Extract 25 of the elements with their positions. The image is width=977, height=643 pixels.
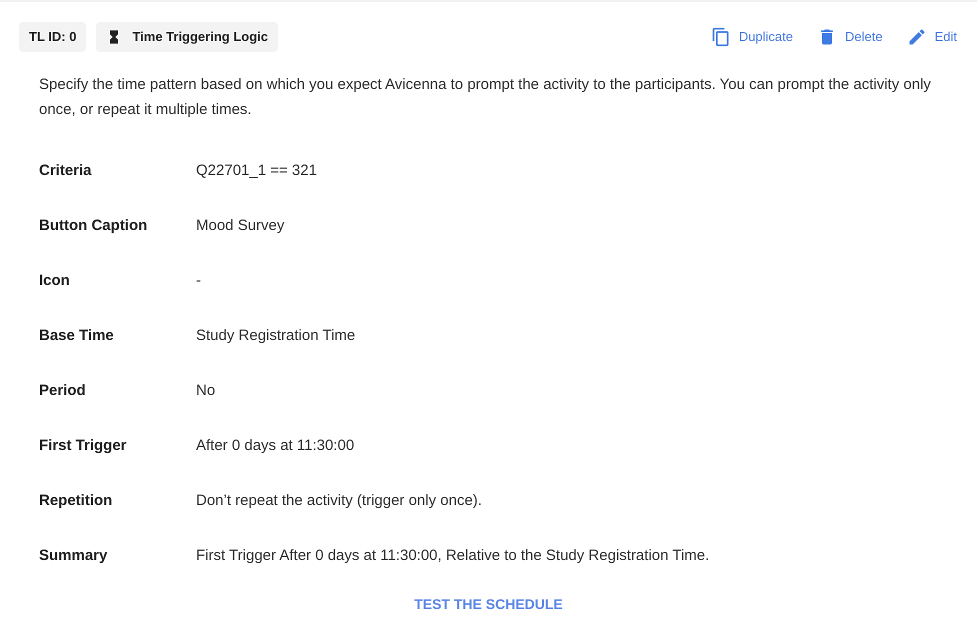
field-label: Icon xyxy=(39,271,71,292)
field-value: After 0 days at 11:30:00 xyxy=(196,436,354,456)
tag-label: Time Triggering Logic xyxy=(132,28,268,46)
field-value: Study Registration Time xyxy=(196,326,356,346)
field-value: Q22701_1 == 321 xyxy=(196,161,317,182)
field-label: Repetition xyxy=(39,491,114,512)
field-label: Criteria xyxy=(39,161,93,182)
field-label: Period xyxy=(39,381,87,402)
field-value: First Trigger After 0 days at 11:30:00, Relative to the Study Registration Time. xyxy=(196,546,710,566)
field-label: Button Caption xyxy=(39,216,148,236)
pencil-icon xyxy=(906,27,927,47)
action-link[interactable]: Duplicate xyxy=(710,27,794,47)
description: Specify the time pattern based on which you expect Avicenna to prompt the activity to the participants. You can prompt the activity only once, or repeat it multiple times. xyxy=(39,75,932,120)
field-label: Summary xyxy=(39,546,108,566)
field-value: - xyxy=(196,271,201,292)
field-label: First Trigger xyxy=(39,436,128,456)
field-label: Base Time xyxy=(39,326,115,346)
action-link[interactable]: Delete xyxy=(817,27,883,47)
field-value: No xyxy=(196,381,216,402)
field-value: Don’t repeat the activity (trigger only once). xyxy=(196,491,482,512)
action-link[interactable]: Edit xyxy=(906,27,957,47)
field-value: Mood Survey xyxy=(196,216,284,236)
copy-icon xyxy=(710,27,731,47)
test-schedule-button[interactable]: TEST THE SCHEDULE xyxy=(406,590,571,619)
tag-label: TL ID: 0 xyxy=(29,28,76,46)
